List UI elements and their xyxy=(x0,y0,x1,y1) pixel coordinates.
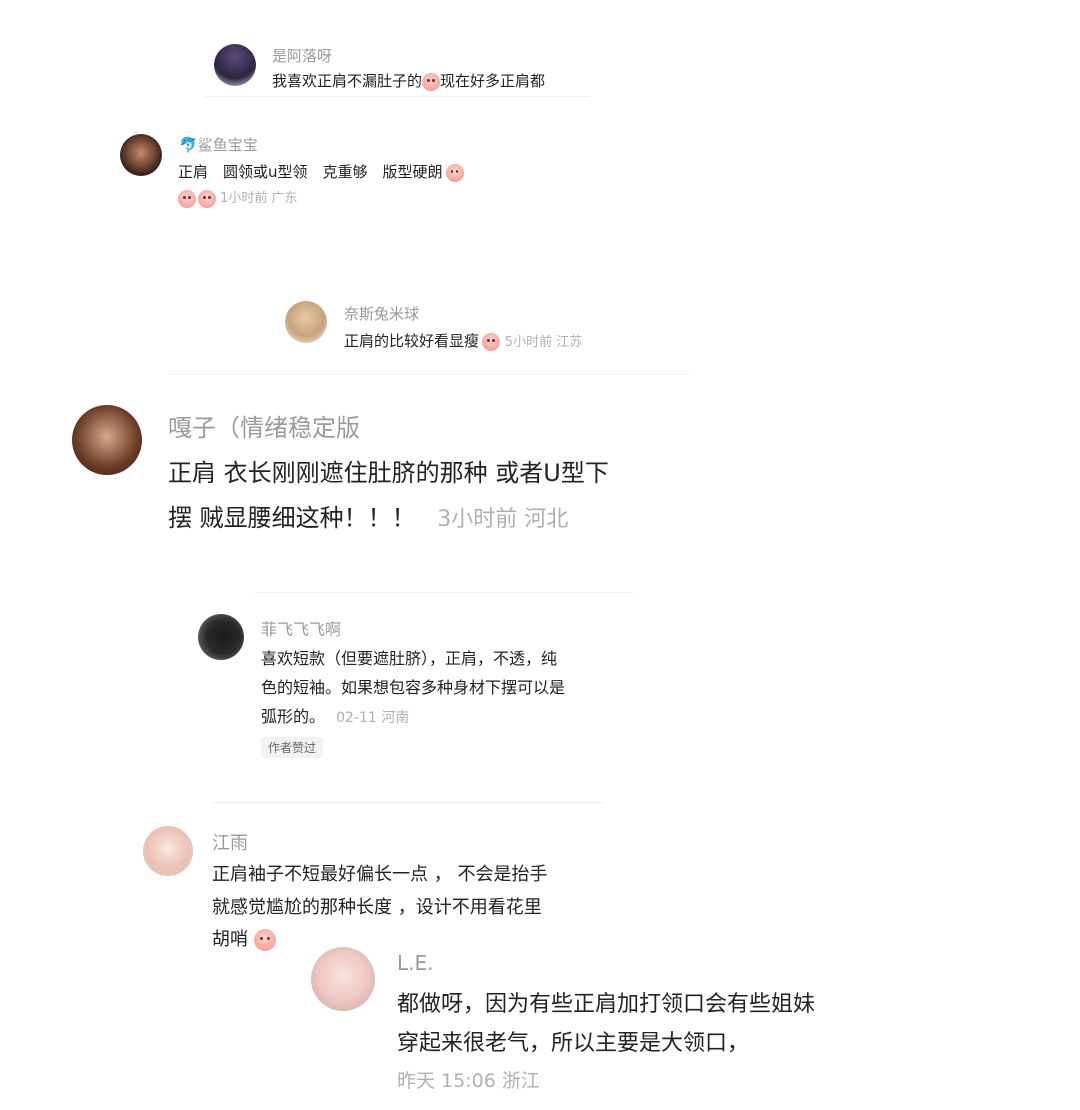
comment-text-part: 摆 贼显腰细这种！！！ xyxy=(168,504,416,532)
comment-text: 摆 贼显腰细这种！！！ 3小时前 河北 xyxy=(168,498,568,533)
emoji-icon xyxy=(178,189,196,208)
comment-text: 我喜欢正肩不漏肚子的 现在好多正肩都 xyxy=(272,70,545,91)
avatar[interactable] xyxy=(143,826,193,876)
emoji-icon xyxy=(482,332,501,351)
comment-text-part: 弧形的。 xyxy=(261,707,326,726)
divider xyxy=(205,96,590,97)
comment-text: 色的短袖。如果想包容多种身材下摆可以是 xyxy=(261,678,566,697)
comment-text: 都做呀，因为有些正肩加打领口会有些姐妹 xyxy=(397,992,816,1017)
comment-text-part: 正肩 圆领或u型领 克重够 版型硬朗 xyxy=(178,163,443,181)
comment-meta: 3小时前 河北 xyxy=(437,507,569,532)
comment-text: 胡哨 xyxy=(212,925,276,951)
comment-author[interactable]: 奈斯兔米球 xyxy=(344,303,419,324)
comment-author[interactable]: 江雨 xyxy=(212,829,248,855)
comment-author[interactable]: 嘎子（情绪稳定版 xyxy=(168,408,360,443)
comment-meta: 昨天 15:06 浙江 xyxy=(397,1070,540,1092)
avatar[interactable] xyxy=(214,44,256,86)
shark-icon: 🐬 xyxy=(179,136,198,154)
comment-text-part: 正肩的比较好看显瘦 xyxy=(344,332,480,350)
emoji-icon xyxy=(254,929,276,951)
comment-author[interactable]: 是阿落呀 xyxy=(272,45,332,66)
comment-text-part: 胡哨 xyxy=(212,929,248,950)
comment-text: 正肩 衣长刚刚遮住肚脐的那种 或者U型下 xyxy=(168,459,609,487)
divider xyxy=(255,592,633,593)
emoji-icon xyxy=(445,163,464,182)
avatar[interactable] xyxy=(72,405,142,475)
avatar[interactable] xyxy=(198,614,244,660)
avatar[interactable] xyxy=(311,947,375,1011)
comment-author[interactable]: L.E. xyxy=(397,951,434,975)
comment-text: 穿起来很老气，所以主要是大领口， xyxy=(397,1031,750,1056)
comment-author[interactable]: 🐬鲨鱼宝宝 xyxy=(179,134,258,155)
comment-text-part: 我喜欢正肩不漏肚子的 xyxy=(272,72,423,90)
comment-text: 就感觉尴尬的那种长度 ，设计不用看花里 xyxy=(212,897,542,918)
divider xyxy=(212,802,604,803)
comment-meta: 1小时前 广东 xyxy=(220,191,298,206)
emoji-icon xyxy=(422,72,441,91)
comment-meta-row: 1小时前 广东 xyxy=(178,187,298,208)
avatar[interactable] xyxy=(285,301,327,343)
comment-text: 正肩袖子不短最好偏长一点 ， 不会是抬手 xyxy=(212,864,548,885)
emoji-icon xyxy=(198,189,216,208)
comment-author-name: 鲨鱼宝宝 xyxy=(197,136,258,154)
comment-text: 喜欢短款（但要遮肚脐），正肩，不透，纯 xyxy=(261,649,558,668)
comment-text-part: 现在好多正肩都 xyxy=(440,72,546,90)
comment-meta: 02-11 河南 xyxy=(336,710,410,726)
avatar[interactable] xyxy=(120,134,162,176)
comment-text: 正肩的比较好看显瘦 5小时前 江苏 xyxy=(344,330,582,351)
comment-text: 弧形的。 02-11 河南 xyxy=(261,703,409,727)
divider xyxy=(168,374,690,375)
comment-text: 正肩 圆领或u型领 克重够 版型硬朗 xyxy=(178,161,464,182)
comment-meta: 5小时前 江苏 xyxy=(504,335,583,350)
comment-author[interactable]: 菲飞飞飞啊 xyxy=(261,616,341,640)
author-liked-badge: 作者赞过 xyxy=(261,737,324,758)
